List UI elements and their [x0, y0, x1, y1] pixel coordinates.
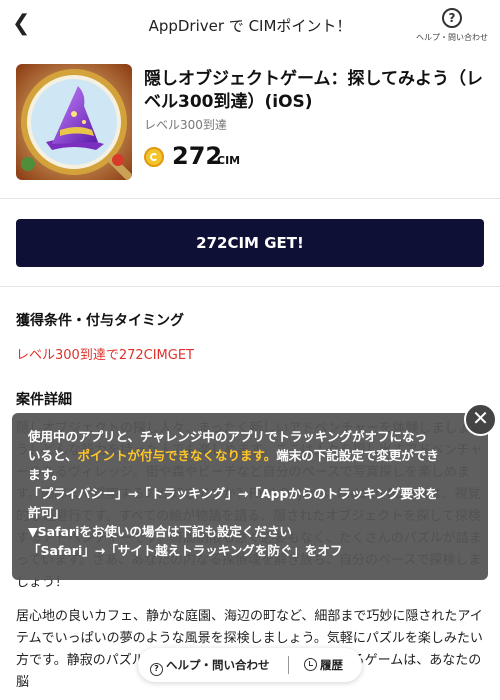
notice-line: ます。 [28, 467, 65, 482]
history-clock-icon [304, 658, 317, 671]
back-chevron-icon[interactable]: ❮ [12, 12, 36, 38]
bottom-help-button[interactable]: ? ヘルプ・問い合わせ [150, 657, 270, 676]
app-card: 隠しオブジェクトゲーム：探してみよう（レベル300到達）(iOS) レベル300… [16, 64, 484, 184]
question-circle-icon: ? [150, 663, 163, 676]
question-circle-icon: ? [442, 8, 462, 28]
help-button[interactable]: ? ヘルプ・問い合わせ [412, 8, 492, 43]
get-points-button[interactable]: 272CIM GET! [16, 219, 484, 267]
notice-line: 「プライバシー」→「トラッキング」→「Appからのトラッキング要求を [28, 486, 439, 501]
bottom-action-bar: ? ヘルプ・問い合わせ 履歴 [138, 648, 362, 682]
points-unit: CIM [217, 154, 241, 167]
notice-line: 許可」 [28, 505, 66, 520]
divider [0, 286, 500, 287]
divider [0, 198, 500, 199]
cim-coin-icon [144, 147, 164, 167]
tracking-notice-popup: 使用中のアプリと、チャレンジ中のアプリでトラッキングがオフになっ いると、ポイン… [12, 413, 488, 580]
notice-line: いると、ポイントが付与できなくなります。端末の下記設定で変更ができ [28, 448, 439, 463]
conditions-text: レベル300到達で272CIMGET [16, 348, 194, 363]
notice-line: 使用中のアプリと、チャレンジ中のアプリでトラッキングがオフになっ [28, 429, 428, 444]
app-subtitle: レベル300到達 [144, 118, 227, 132]
close-popup-icon[interactable]: ✕ [464, 403, 497, 436]
divider [288, 656, 289, 674]
app-icon [16, 64, 132, 180]
notice-line: ▼Safariをお使いの場合は下記も設定ください [28, 524, 292, 539]
header: ❮ AppDriver で CIMポイント！ ? ヘルプ・問い合わせ [0, 0, 500, 50]
page-title: AppDriver で CIMポイント！ [148, 17, 352, 35]
notice-line: 「Safari」→「サイト越えトラッキングを防ぐ」をオフ [28, 543, 343, 558]
notice-highlight: ポイントが付与できなくなります。 [77, 448, 277, 463]
conditions-heading: 獲得条件・付与タイミング [16, 313, 184, 329]
history-button[interactable]: 履歴 [304, 657, 343, 673]
help-label: ヘルプ・問い合わせ [416, 33, 488, 42]
points-value: 272 [172, 142, 223, 170]
app-name: 隠しオブジェクトゲーム：探してみよう（レベル300到達）(iOS) [144, 69, 483, 112]
details-heading: 案件詳細 [16, 392, 72, 408]
